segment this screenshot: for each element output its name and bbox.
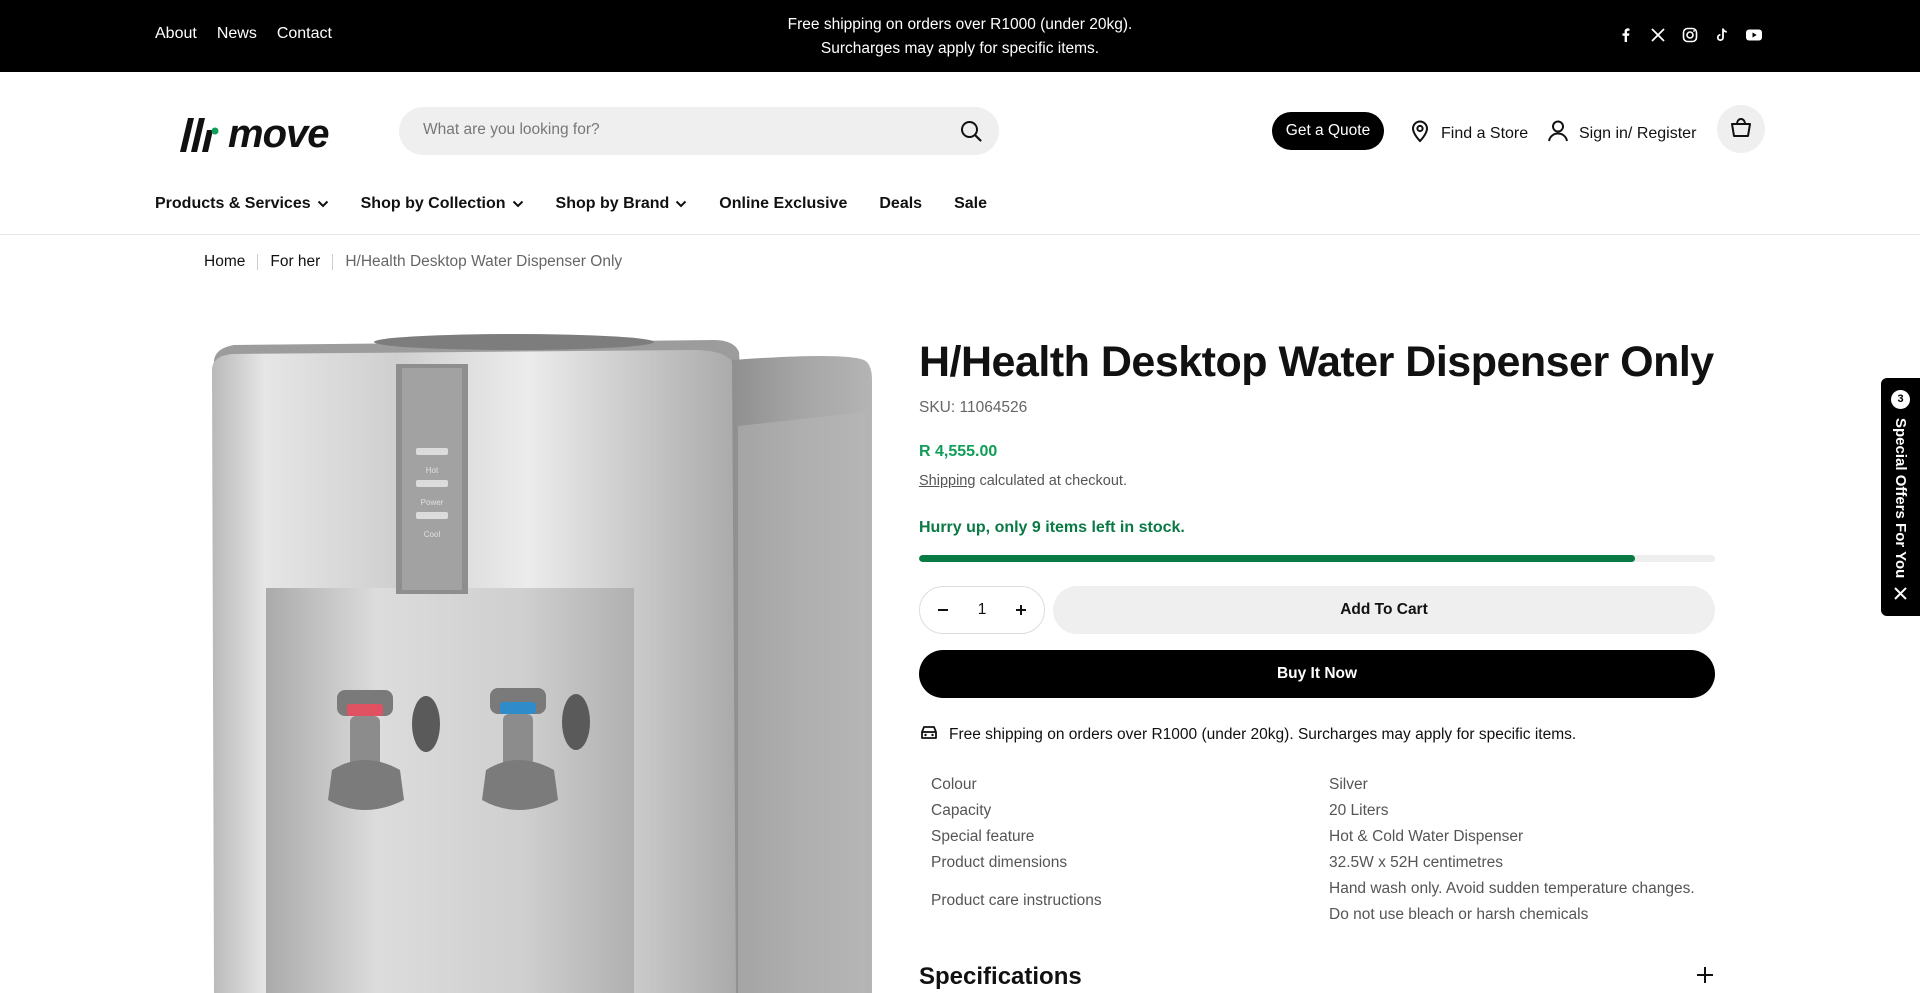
- attribute-row: Product care instructions Hand wash only…: [931, 876, 1715, 928]
- attribute-row: Colour Silver: [931, 772, 1715, 798]
- attribute-value: Silver: [1329, 776, 1368, 793]
- attribute-key: Special feature: [931, 828, 1035, 845]
- shipping-link[interactable]: Shipping: [919, 473, 975, 489]
- sign-in-label: Sign in/ Register: [1579, 124, 1697, 142]
- specifications-heading: Specifications: [919, 963, 1082, 990]
- breadcrumb-current: H/Health Desktop Water Dispenser Only: [345, 253, 623, 270]
- main-nav: Products & Services Shop by Collection S…: [155, 195, 987, 213]
- breadcrumb-separator: [257, 254, 259, 270]
- attribute-row: Capacity 20 Liters: [931, 798, 1715, 824]
- tiktok-icon[interactable]: [1713, 26, 1731, 44]
- nav-label: Products & Services: [155, 195, 311, 212]
- attribute-row: Product dimensions 32.5W x 52H centimetr…: [931, 850, 1715, 876]
- special-offers-label: Special Offers For You: [1892, 418, 1909, 579]
- product-image[interactable]: Hot Power Cool: [204, 330, 874, 993]
- quantity-stepper: 1: [919, 586, 1045, 634]
- attribute-value: Hot & Cold Water Dispenser: [1329, 828, 1524, 845]
- nav-products-services[interactable]: Products & Services: [155, 195, 329, 213]
- product-attributes: Colour Silver Capacity 20 Liters Special…: [931, 772, 1715, 928]
- nav-sale[interactable]: Sale: [954, 195, 987, 213]
- product-sku: SKU: 11064526: [919, 399, 1028, 416]
- nav-label: Online Exclusive: [719, 195, 848, 212]
- nav-label: Shop by Brand: [555, 195, 670, 212]
- nav-divider: [0, 234, 1920, 235]
- image-label-power: Power: [421, 498, 444, 507]
- attribute-key: Capacity: [931, 802, 992, 819]
- cart-button[interactable]: [1717, 105, 1765, 153]
- close-icon[interactable]: [1891, 584, 1910, 603]
- product-title: H/Health Desktop Water Dispenser Only: [919, 338, 1714, 386]
- nav-label: Shop by Collection: [360, 195, 506, 212]
- nav-shop-by-collection[interactable]: Shop by Collection: [361, 195, 524, 213]
- search-bar[interactable]: What are you looking for?: [399, 107, 999, 155]
- image-label-cool: Cool: [424, 530, 441, 539]
- add-to-cart-button[interactable]: Add To Cart: [1053, 586, 1715, 634]
- stock-progress-fill: [919, 555, 1636, 562]
- search-input[interactable]: What are you looking for?: [423, 121, 600, 139]
- plus-icon[interactable]: [1695, 965, 1715, 990]
- logo-mark-icon: [176, 116, 220, 154]
- get-quote-button[interactable]: Get a Quote: [1272, 112, 1384, 150]
- logo[interactable]: move: [176, 112, 329, 157]
- attribute-value: 20 Liters: [1329, 802, 1389, 819]
- breadcrumb: Home For her H/Health Desktop Water Disp…: [204, 253, 622, 271]
- nav-deals[interactable]: Deals: [879, 195, 922, 213]
- chevron-down-icon: [317, 195, 329, 213]
- promo-text: Free shipping on orders over R1000 (unde…: [660, 13, 1260, 61]
- offers-count-badge: 3: [1891, 390, 1910, 409]
- car-icon: [919, 723, 939, 746]
- top-links: About News Contact: [155, 25, 332, 43]
- nav-label: Sale: [954, 195, 987, 212]
- nav-online-exclusive[interactable]: Online Exclusive: [719, 195, 847, 213]
- youtube-icon[interactable]: [1745, 26, 1763, 44]
- promo-line-1: Free shipping on orders over R1000 (unde…: [787, 16, 1133, 33]
- specifications-accordion[interactable]: Specifications: [919, 963, 1715, 991]
- attribute-row: Special feature Hot & Cold Water Dispens…: [931, 824, 1715, 850]
- find-store-link[interactable]: Find a Store: [1409, 119, 1528, 148]
- special-offers-tab[interactable]: 3 Special Offers For You: [1881, 378, 1920, 616]
- chevron-down-icon: [512, 195, 524, 213]
- free-shipping-text: Free shipping on orders over R1000 (unde…: [949, 725, 1577, 743]
- about-link[interactable]: About: [155, 25, 197, 43]
- shopping-bag-icon: [1729, 116, 1753, 143]
- stock-message: Hurry up, only 9 items left in stock.: [919, 519, 1185, 536]
- attribute-value-line-2: Do not use bleach or harsh chemicals: [1329, 906, 1589, 923]
- attribute-key: Product dimensions: [931, 854, 1068, 871]
- free-shipping-note: Free shipping on orders over R1000 (unde…: [919, 723, 1576, 746]
- x-icon[interactable]: [1649, 26, 1667, 44]
- stock-progress-bar: [919, 555, 1715, 562]
- social-links: [1617, 26, 1763, 44]
- breadcrumb-category[interactable]: For her: [270, 253, 320, 271]
- plus-icon[interactable]: [1012, 601, 1030, 619]
- image-label-hot: Hot: [426, 466, 439, 475]
- nav-shop-by-brand[interactable]: Shop by Brand: [556, 195, 688, 213]
- chevron-down-icon: [675, 195, 687, 213]
- buy-now-button[interactable]: Buy It Now: [919, 650, 1715, 698]
- breadcrumb-home[interactable]: Home: [204, 253, 245, 271]
- search-icon[interactable]: [959, 119, 983, 143]
- facebook-icon[interactable]: [1617, 26, 1635, 44]
- nav-label: Deals: [879, 195, 923, 212]
- news-link[interactable]: News: [217, 25, 257, 43]
- attribute-key: Colour: [931, 776, 977, 793]
- shipping-note-text: calculated at checkout.: [975, 473, 1127, 489]
- instagram-icon[interactable]: [1681, 26, 1699, 44]
- contact-link[interactable]: Contact: [277, 25, 332, 43]
- logo-text: move: [228, 112, 329, 156]
- attribute-key: Product care instructions: [931, 892, 1102, 909]
- location-pin-icon: [1409, 119, 1431, 148]
- attribute-value-line-1: Hand wash only. Avoid sudden temperature…: [1329, 880, 1695, 897]
- breadcrumb-separator: [332, 254, 334, 270]
- minus-icon[interactable]: [934, 601, 952, 619]
- attribute-value: Hand wash only. Avoid sudden temperature…: [1329, 876, 1715, 928]
- find-store-label: Find a Store: [1441, 124, 1529, 142]
- sign-in-link[interactable]: Sign in/ Register: [1547, 119, 1696, 148]
- product-price: R 4,555.00: [919, 443, 998, 460]
- user-icon: [1547, 119, 1569, 148]
- attribute-value: 32.5W x 52H centimetres: [1329, 854, 1504, 871]
- shipping-note: Shipping calculated at checkout.: [919, 473, 1127, 489]
- announcement-bar: About News Contact Free shipping on orde…: [0, 0, 1920, 72]
- promo-line-2: Surcharges may apply for specific items.: [820, 40, 1100, 57]
- quantity-value[interactable]: 1: [978, 601, 987, 619]
